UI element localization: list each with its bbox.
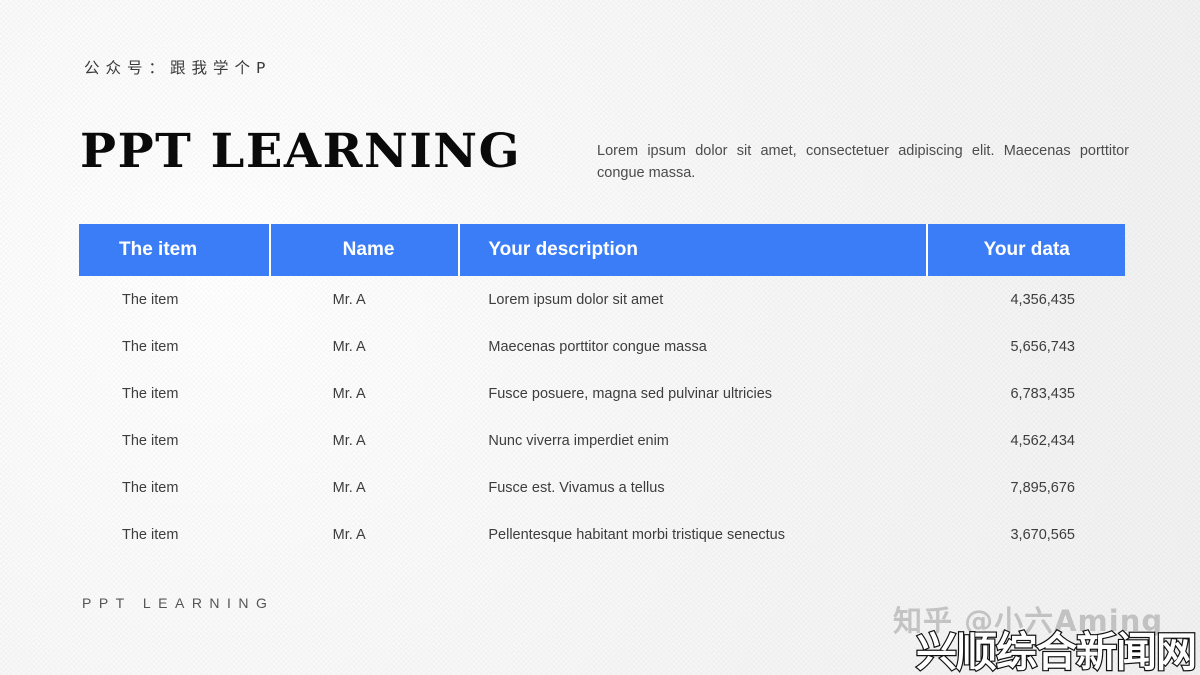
cell-name: Mr. A [332,479,366,496]
cell-data: 4,562,434 [1010,432,1075,449]
cell-name: Mr. A [332,338,366,355]
footer-brand-text: PPT LEARNING [82,595,275,611]
cell-data: 3,670,565 [1010,526,1075,543]
wechat-handle-text: 公众号：跟我学个P [84,59,272,77]
cell-item: The item [122,526,179,543]
table-body: The item Mr. A Lorem ipsum dolor sit amet 4… [79,276,1125,558]
cell-description: Fusce est. Vivamus a tellus [488,479,665,496]
cell-item: The item [122,479,179,496]
cell-item: The item [122,291,179,308]
cell-description: Lorem ipsum dolor sit amet [488,291,664,308]
table-header-row: The item Name Your description Your data [79,224,1126,276]
cell-name: Mr. A [332,526,366,543]
column-header-name: Name [270,224,459,276]
data-table: The item Name Your description Your data… [79,224,1126,558]
site-watermark: 兴顺综合新闻网 [915,627,1198,675]
cell-description: Fusce posuere, magna sed pulvinar ultric… [488,385,773,402]
cell-data: 5,656,743 [1010,338,1075,355]
cell-description: Pellentesque habitant morbi tristique se… [488,526,785,543]
table-row: The item Mr. A Nunc viverra imperdiet enim… [79,417,1125,464]
table-row: The item Mr. A Fusce posuere, magna sed pu… [79,370,1125,417]
column-header-data: Your data [928,224,1126,276]
cell-item: The item [122,385,179,402]
cell-name: Mr. A [332,291,366,308]
table-row: The item Mr. A Pellentesque habitant morbi… [79,511,1125,558]
page-title: PPT LEARNING [80,124,522,179]
cell-description: Maecenas porttitor congue massa [488,338,707,355]
cell-data: 7,895,676 [1010,479,1075,496]
cell-data: 6,783,435 [1010,385,1075,402]
cell-item: The item [122,338,179,355]
column-header-description: Your description [460,224,927,276]
table-row: The item Mr. A Lorem ipsum dolor sit amet 4… [79,276,1125,323]
cell-item: The item [122,432,179,449]
cell-description: Nunc viverra imperdiet enim [488,432,669,449]
column-header-item: The item [79,224,269,276]
table-row: The item Mr. A Fusce est. Vivamus a tellus… [79,464,1125,511]
cell-name: Mr. A [332,385,366,402]
table-row: The item Mr. A Maecenas porttitor congue m… [79,323,1125,370]
slide-canvas: 公众号：跟我学个P PPT LEARNING Lorem ipsum dolor… [0,0,1200,675]
cell-data: 4,356,435 [1010,291,1075,308]
intro-paragraph: Lorem ipsum dolor sit amet, consectetuer… [597,143,1129,182]
cell-name: Mr. A [332,432,366,449]
